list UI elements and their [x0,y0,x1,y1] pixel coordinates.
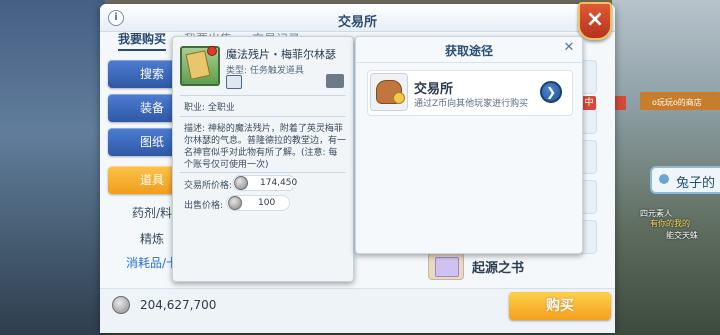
market-coin-icon [234,176,248,190]
gold-coin-icon [393,92,405,104]
market-price-label: 交易所价格: [184,181,233,191]
obtain-route-panel [355,36,583,254]
book-name: 起源之书 [472,261,525,276]
sell-price-label: 出售价格: [184,201,224,211]
npc-name-c: 能交天蛛 [666,231,698,240]
item-description: 描述: 神秘的魔法残片，附着了英灵梅菲尔林瑟的气息。普隆德拉的教堂边，有一名神官… [184,124,347,170]
book-icon [428,252,464,280]
tab-buy[interactable]: 我要购买 [118,30,167,51]
route-divider [355,62,583,63]
item-job: 职业: 全职业 [184,103,235,113]
route-source-name: 交易所 [414,82,454,97]
info-icon[interactable]: i [108,10,124,26]
market-price-value: 174,450 [260,178,298,188]
chat-bubble-text: 兔子的 [676,176,716,191]
shop-sign-label: o玩玩o的商店 [652,98,702,107]
buy-button[interactable]: 购买 [509,292,611,320]
coin-balance: 204,627,700 [140,298,217,312]
chat-bubble-icon [659,174,669,184]
tooltip-divider [180,95,346,96]
sell-coin-icon [228,196,242,210]
tooltip-divider [180,116,346,117]
close-button[interactable]: × [578,2,612,40]
background-left-scene [0,0,105,335]
route-title: 获取途径 [444,44,493,58]
window-title: 交易所 [337,15,377,30]
window-header: 交易所 i [100,4,615,32]
gem-icon [207,46,217,56]
zeny-coin-icon [112,296,130,314]
close-icon[interactable]: ✕ [562,41,576,56]
list-item-book[interactable]: 起源之书 [428,252,610,280]
item-name: 魔法残片・梅菲尔林瑟 [226,48,336,61]
route-source-desc: 通过Z币向其他玩家进行购买 [414,99,529,109]
tooltip-divider [180,172,346,173]
npc-name-b: 有你的我的 [650,219,690,228]
go-arrow-button[interactable]: ❯ [540,81,562,103]
sell-price-value: 100 [258,198,276,208]
tray-icon[interactable] [326,74,344,88]
magnify-icon[interactable] [226,75,242,89]
status-badge: 中 [582,96,596,110]
